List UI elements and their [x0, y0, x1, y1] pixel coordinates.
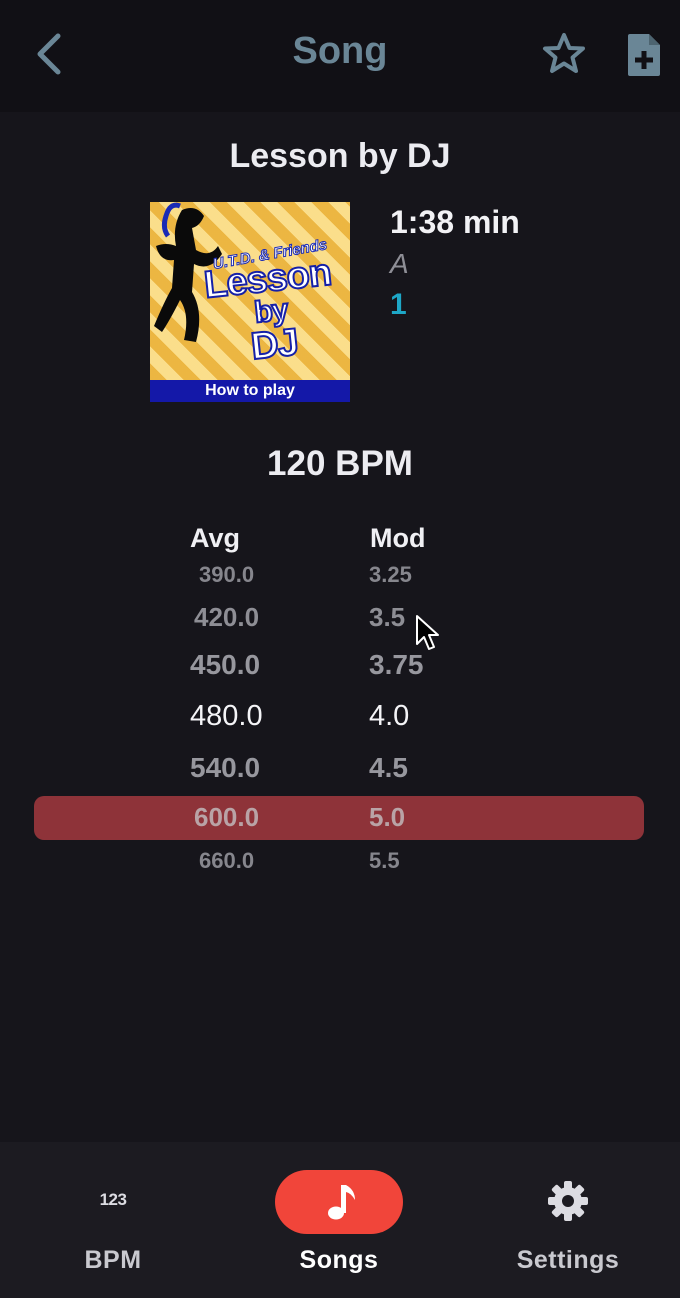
album-cover: U.T.D. & Friends Lesson by DJ How to pla… — [150, 202, 350, 402]
chevron-left-icon — [37, 33, 61, 75]
mod-value: 5.5 — [369, 848, 400, 873]
song-level: 1 — [390, 288, 407, 321]
mod-column-header: Mod — [370, 523, 426, 553]
avg-value: 420.0 — [194, 602, 260, 632]
music-note-icon — [328, 1185, 355, 1220]
avg-value: 540.0 — [190, 752, 261, 783]
song-artist: A — [390, 248, 409, 279]
bottom-navigation: 123 BPM Songs Settings — [0, 1142, 680, 1298]
cover-title: Lesson by DJ — [191, 251, 350, 371]
song-bpm: 120 BPM — [267, 444, 413, 483]
gear-icon — [548, 1181, 588, 1221]
favorite-button[interactable] — [540, 30, 588, 78]
avg-value: 390.0 — [199, 562, 255, 587]
selected-row-highlight — [34, 796, 644, 840]
mouse-cursor-icon — [416, 615, 439, 650]
avg-value: 660.0 — [199, 848, 255, 873]
song-duration: 1:38 min — [390, 204, 520, 240]
avg-column-header: Avg — [190, 523, 241, 553]
top-app-bar: Song — [0, 0, 680, 112]
star-outline-icon — [543, 33, 585, 73]
active-indicator — [275, 1170, 403, 1234]
nav-item-settings[interactable]: Settings — [455, 1142, 680, 1298]
123-icon: 123 — [99, 1190, 127, 1209]
mod-value: 4.5 — [369, 752, 408, 783]
nav-item-bpm[interactable]: 123 BPM — [0, 1142, 226, 1298]
cover-banner: How to play — [150, 380, 350, 402]
nav-item-label: BPM — [84, 1246, 142, 1274]
mod-value: 4.0 — [369, 700, 410, 732]
mod-value: 5.0 — [369, 802, 406, 832]
nav-item-label: Settings — [516, 1246, 620, 1274]
nav-item-songs[interactable]: Songs — [226, 1142, 452, 1298]
avg-value: 600.0 — [194, 802, 260, 832]
avg-value: 480.0 — [190, 700, 263, 732]
file-plus-icon — [628, 34, 660, 76]
add-to-list-button[interactable] — [622, 30, 666, 80]
song-title: Lesson by DJ — [229, 137, 451, 175]
back-button[interactable] — [28, 28, 76, 80]
mod-value: 3.5 — [369, 602, 406, 632]
avg-value: 450.0 — [190, 649, 261, 680]
mod-value: 3.25 — [369, 562, 412, 587]
nav-item-label: Songs — [299, 1246, 379, 1274]
mod-value: 3.75 — [369, 649, 424, 680]
